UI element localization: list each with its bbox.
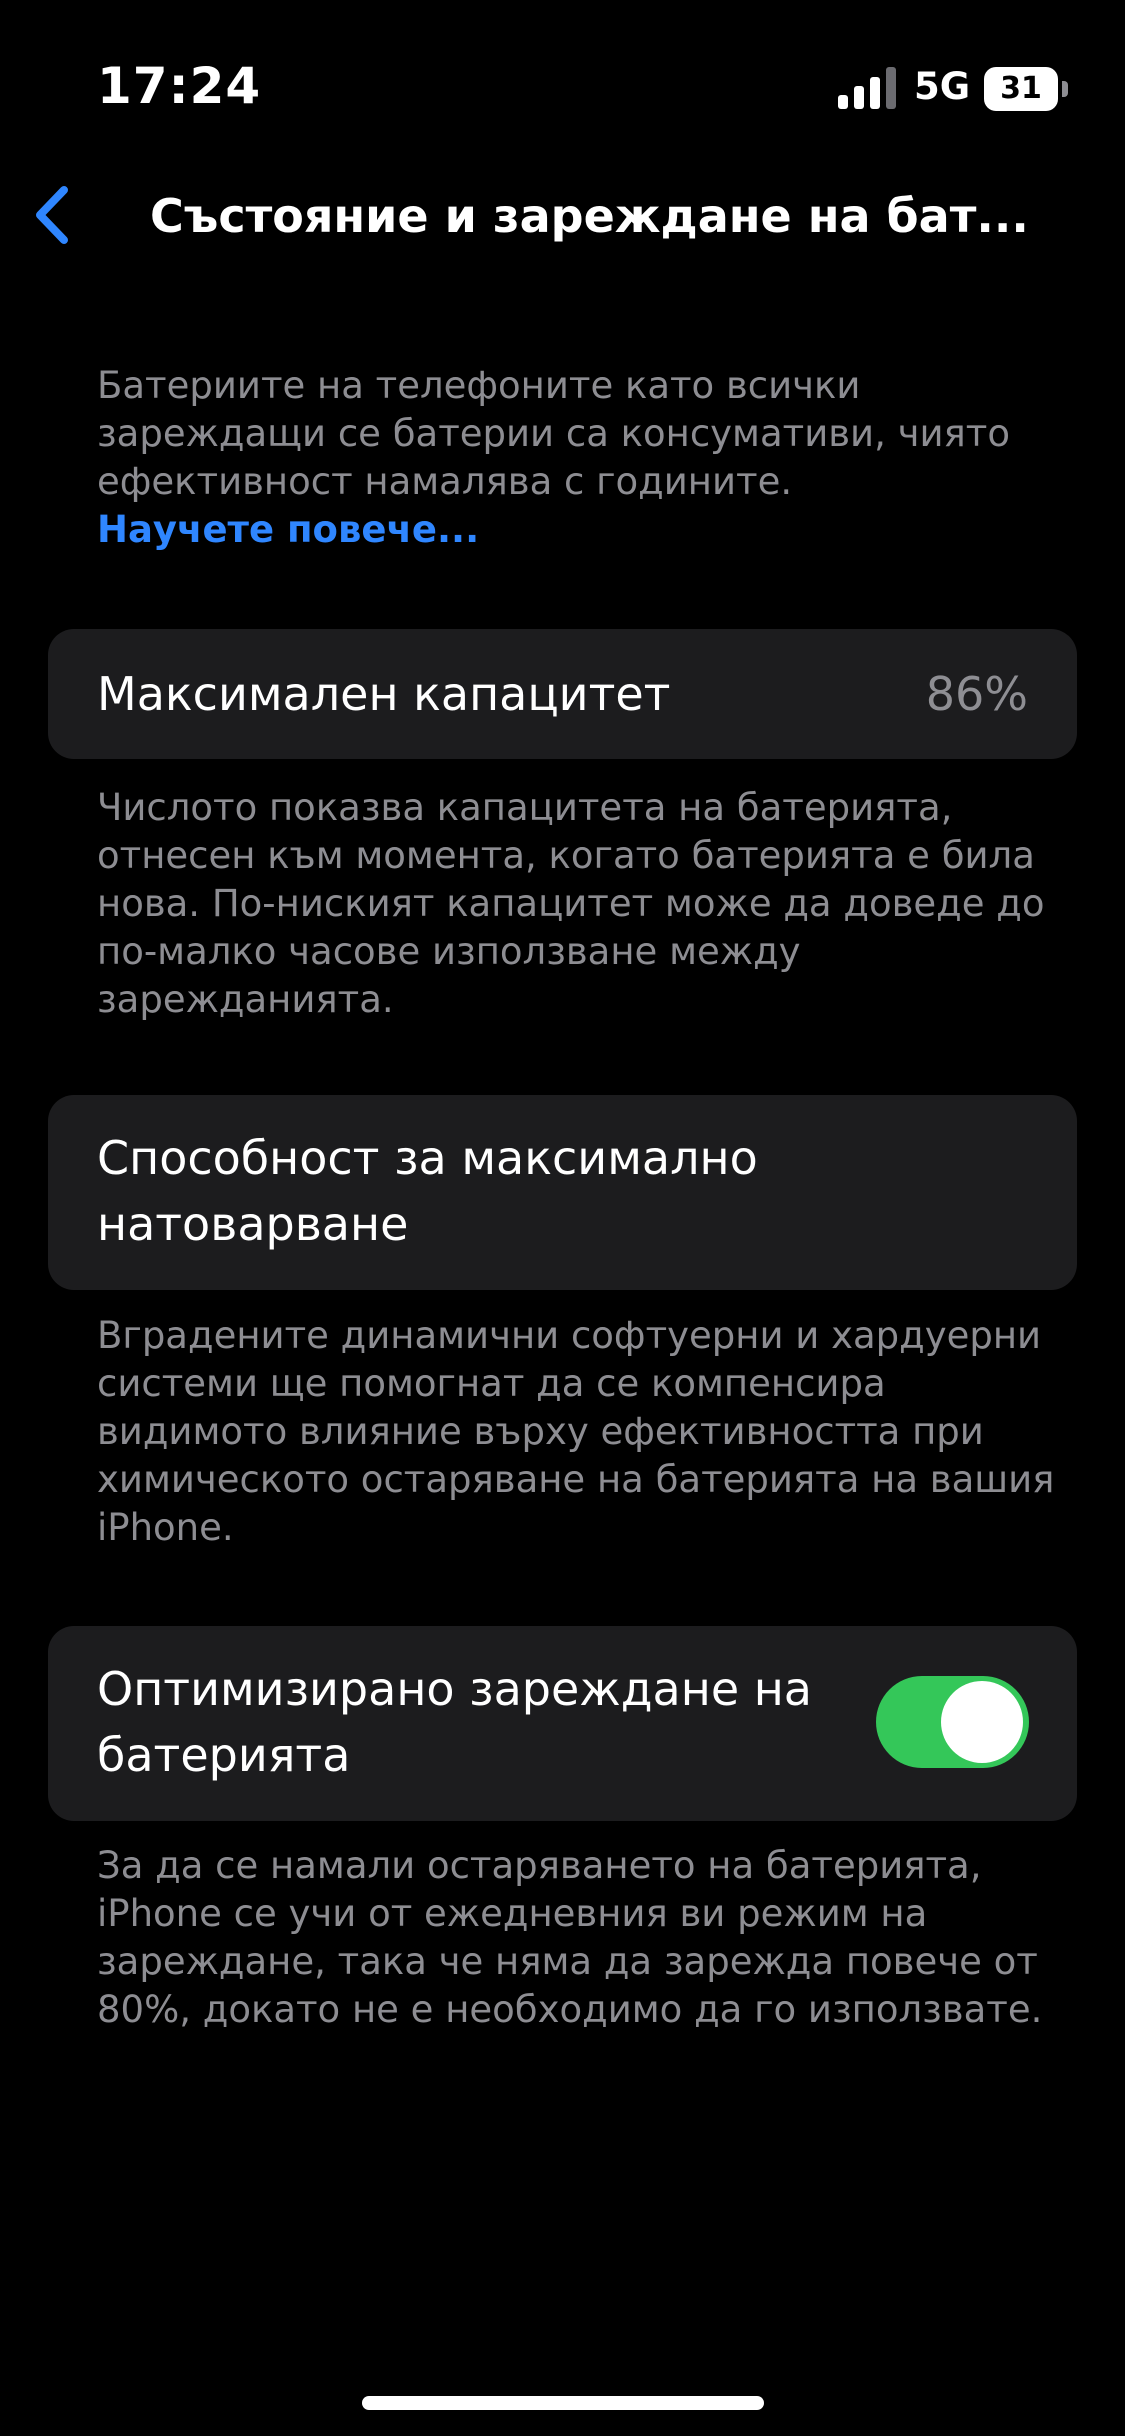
peak-performance-label: Способност за максимално натоварване [97,1131,758,1251]
toggle-knob [941,1681,1023,1763]
optimized-charging-row: Оптимизирано зареждане на батерията [48,1626,1077,1821]
learn-more-link[interactable]: Научете повече... [97,506,1057,554]
max-capacity-row: Максимален капацитет 86% [48,629,1077,759]
page-title: Състояние и зареждане на бат... [150,189,1029,243]
battery-icon: 31 [984,67,1068,111]
optimized-charging-footnote: За да се намали остаряването на батерият… [97,1844,1043,2031]
network-label: 5G [914,65,971,108]
peak-performance-row: Способност за максимално натоварване [48,1095,1077,1290]
home-indicator[interactable] [362,2396,764,2410]
intro-text-block: Батериите на телефоните като всички заре… [97,362,1057,554]
max-capacity-label: Максимален капацитет [97,667,671,721]
status-time: 17:24 [97,57,262,115]
battery-level: 31 [984,67,1058,111]
max-capacity-value: 86% [925,667,1028,721]
optimized-charging-label: Оптимизирано зареждане на батерията [97,1662,812,1782]
max-capacity-footnote: Числото показва капацитета на батерията,… [97,786,1045,1021]
signal-icon [838,67,896,109]
nav-bar: Състояние и зареждане на бат... [0,160,1125,270]
battery-cap [1062,81,1068,97]
optimized-charging-toggle[interactable] [876,1676,1029,1768]
status-bar: 17:24 5G 31 [0,0,1125,150]
intro-text: Батериите на телефоните като всички заре… [97,364,1010,503]
chevron-left-icon[interactable] [20,180,90,250]
peak-performance-footnote: Вградените динамични софтуерни и хардуер… [97,1314,1055,1549]
